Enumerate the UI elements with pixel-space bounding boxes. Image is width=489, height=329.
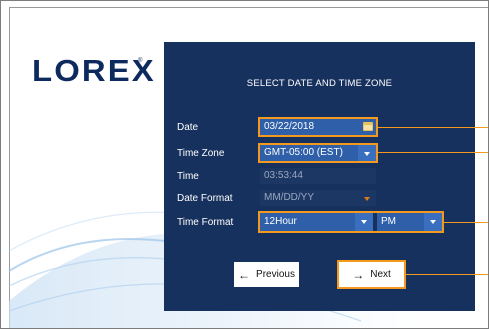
- time-value: 03:53:44: [264, 170, 303, 181]
- previous-label: Previous: [256, 269, 295, 280]
- time-format-value: 12Hour: [264, 216, 297, 227]
- time-format-select[interactable]: 12Hour: [260, 213, 373, 231]
- previous-button[interactable]: ← Previous: [234, 262, 299, 287]
- calendar-icon[interactable]: [363, 122, 373, 131]
- time-zone-select[interactable]: GMT-05:00 (EST): [258, 143, 378, 163]
- time-zone-value: GMT-05:00 (EST): [264, 147, 343, 158]
- callout-line-date: [377, 127, 488, 128]
- time-zone-label: Time Zone: [177, 148, 225, 159]
- callout-line-time-format: [443, 222, 488, 223]
- arrow-right-icon: →: [352, 267, 365, 282]
- dialog-title: SELECT DATE AND TIME ZONE: [246, 78, 393, 89]
- chevron-down-icon[interactable]: [358, 145, 376, 161]
- date-value: 03/22/2018: [264, 121, 315, 132]
- callout-line-time-zone: [377, 152, 488, 153]
- time-field: 03:53:44: [260, 168, 376, 184]
- date-format-value: MM/DD/YY: [264, 192, 314, 203]
- date-format-select[interactable]: MM/DD/YY: [260, 190, 376, 206]
- next-label: Next: [370, 269, 391, 280]
- date-time-dialog: SELECT DATE AND TIME ZONE Date 03/22/201…: [164, 42, 475, 311]
- trademark-mark: ®: [138, 58, 143, 64]
- meridiem-value: PM: [381, 216, 396, 227]
- time-label: Time: [177, 171, 199, 182]
- chevron-down-icon[interactable]: [424, 213, 442, 231]
- arrow-left-icon: ←: [238, 267, 251, 282]
- date-label: Date: [177, 122, 199, 133]
- next-button[interactable]: → Next: [337, 260, 406, 289]
- date-format-label: Date Format: [177, 193, 233, 204]
- time-format-group: 12Hour PM: [258, 211, 444, 233]
- chevron-down-icon[interactable]: [355, 213, 373, 231]
- chevron-down-icon[interactable]: [358, 190, 376, 206]
- time-format-label: Time Format: [177, 217, 234, 228]
- meridiem-select[interactable]: PM: [377, 213, 442, 231]
- setup-wizard-screen: LOREX ® SELECT DATE AND TIME ZONE Date 0…: [0, 0, 489, 329]
- callout-line-next: [405, 274, 488, 275]
- date-field[interactable]: 03/22/2018: [258, 117, 378, 137]
